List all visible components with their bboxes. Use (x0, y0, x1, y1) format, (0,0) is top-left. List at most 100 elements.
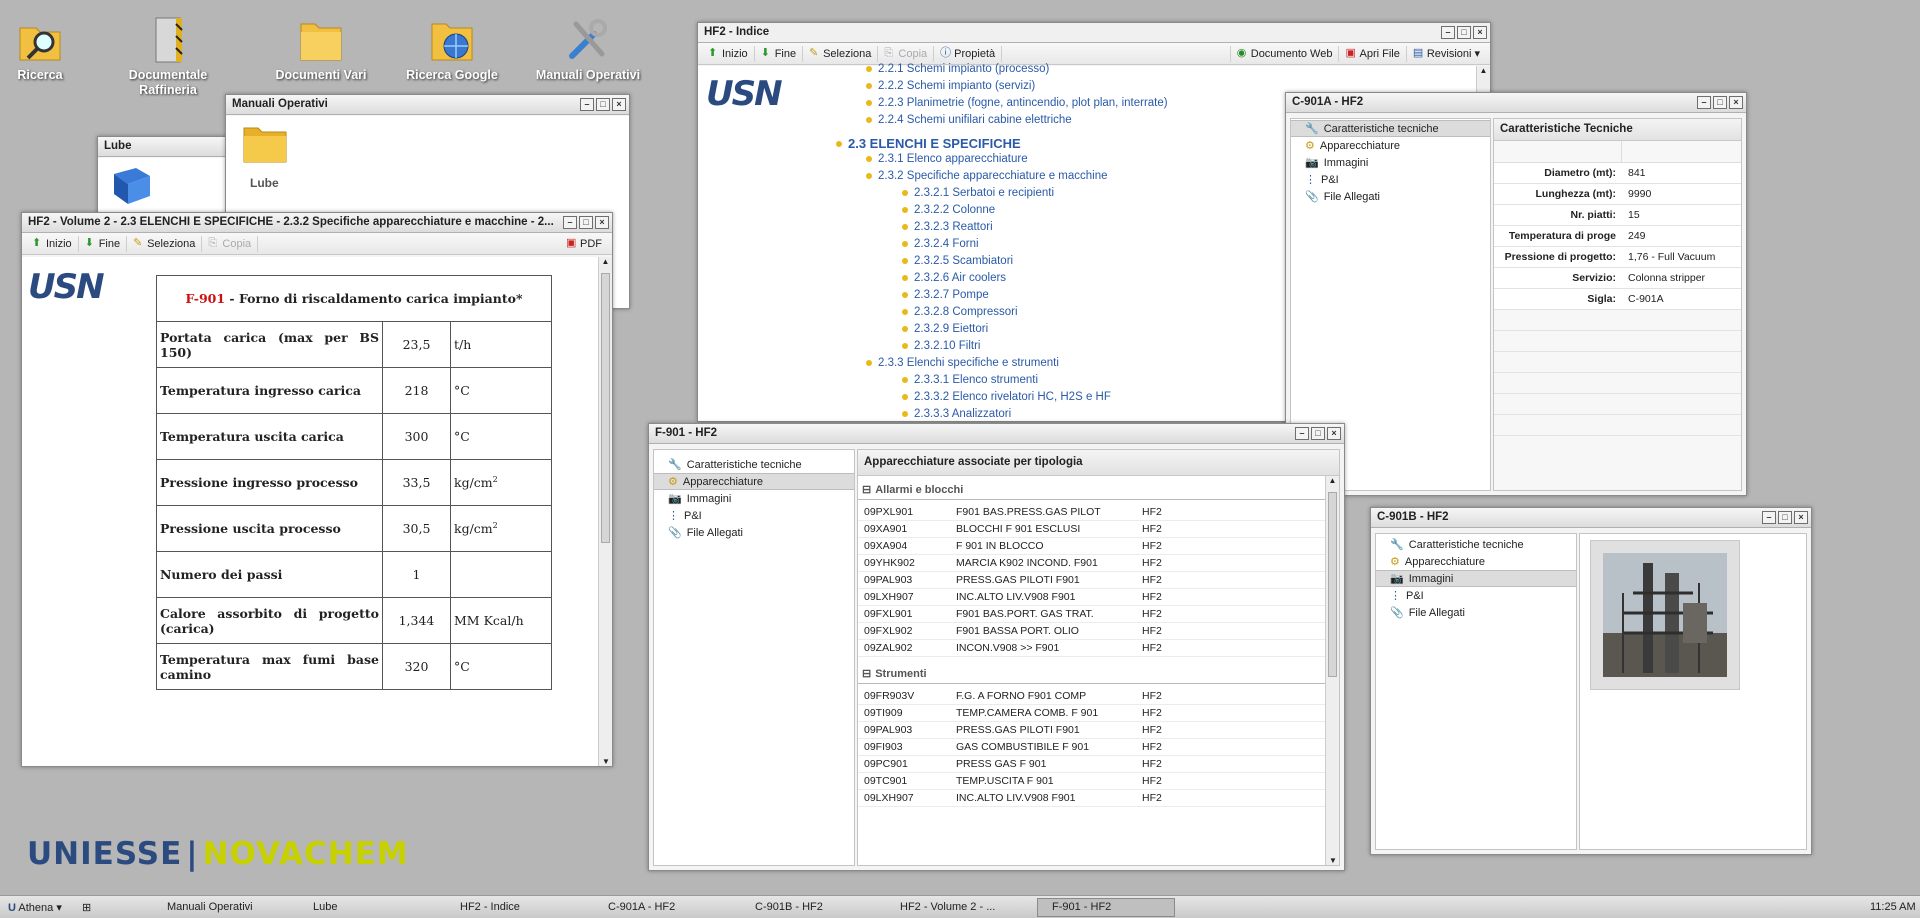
table-row[interactable]: 09PAL903 PRESS.GAS PILOTI F901 HF2 (858, 722, 1325, 739)
copia-button[interactable]: ⎘ Copia (202, 235, 259, 252)
taskbar-item[interactable]: Manuali Operativi (167, 901, 253, 913)
group-header[interactable]: ⊟ Strumenti (858, 664, 1325, 684)
table-row[interactable]: 09LXH907 INC.ALTO LIV.V908 F901 HF2 (858, 589, 1325, 606)
menu-file-allegati[interactable]: 📎 File Allegati (654, 524, 854, 541)
maximize-button[interactable]: □ (579, 216, 593, 229)
menu-apparecchiature[interactable]: ⚙ Apparecchiature (1291, 137, 1490, 154)
index-link[interactable]: 2.3.3 Elenchi specifiche e strumenti (866, 357, 1059, 369)
menu-caratteristiche[interactable]: 🔧 Caratteristiche tecniche (1291, 120, 1490, 137)
index-link[interactable]: 2.3 ELENCHI E SPECIFICHE (836, 136, 1021, 151)
index-link[interactable]: 2.3.2.8 Compressori (902, 306, 1018, 318)
scroll-up-icon[interactable]: ▲ (1326, 476, 1339, 485)
desktop-icon-ricerca[interactable]: Ricerca (0, 14, 95, 83)
menu-apparecchiature[interactable]: ⚙ Apparecchiature (1376, 553, 1576, 570)
taskbar-item[interactable]: C-901B - HF2 (755, 901, 823, 913)
desktop-icon-documenti-vari[interactable]: Documenti Vari (266, 14, 376, 83)
collapse-icon[interactable]: ⊟ (862, 483, 871, 496)
seleziona-button[interactable]: ✎ Seleziona (127, 235, 203, 252)
fine-button[interactable]: ⬇ Fine (755, 45, 804, 62)
index-link[interactable]: 2.2.2 Schemi impianto (servizi) (866, 80, 1035, 92)
window-c901a[interactable]: C-901A - HF2 – □ × 🔧 Caratteristiche tecnic… (1285, 92, 1747, 496)
minimize-button[interactable]: – (1762, 511, 1776, 524)
scroll-down-icon[interactable]: ▼ (1326, 856, 1339, 865)
index-link[interactable]: 2.2.3 Planimetrie (fogne, antincendio, p… (866, 97, 1168, 109)
close-button[interactable]: × (595, 216, 609, 229)
index-link[interactable]: 2.3.2.7 Pompe (902, 289, 989, 301)
taskbar-item[interactable]: Lube (313, 901, 337, 913)
plant-photo-thumbnail[interactable] (1590, 540, 1740, 690)
table-row[interactable]: 09FI903 GAS COMBUSTIBILE F 901 HF2 (858, 739, 1325, 756)
index-link[interactable]: 2.2.1 Schemi impianto (processo) (866, 63, 1049, 75)
maximize-button[interactable]: □ (596, 98, 610, 111)
menu-file-allegati[interactable]: 📎 File Allegati (1376, 604, 1576, 621)
scroll-thumb[interactable] (1328, 492, 1337, 677)
minimize-button[interactable]: – (580, 98, 594, 111)
window-volume2[interactable]: HF2 - Volume 2 - 2.3 ELENCHI E SPECIFICH… (21, 212, 613, 767)
index-link[interactable]: 2.3.3.3 Analizzatori (902, 408, 1011, 420)
table-row[interactable]: 09PAL903 PRESS.GAS PILOTI F901 HF2 (858, 572, 1325, 589)
scroll-up-icon[interactable]: ▲ (1477, 66, 1490, 75)
index-link[interactable]: 2.3.2.2 Colonne (902, 204, 995, 216)
index-link[interactable]: 2.3.3.2 Elenco rivelatori HC, H2S e HF (902, 391, 1111, 403)
menu-immagini[interactable]: 📷 Immagini (654, 490, 854, 507)
index-link[interactable]: 2.3.2.3 Reattori (902, 221, 993, 233)
fine-button[interactable]: ⬇ Fine (79, 235, 128, 252)
binoculars-icon[interactable]: ⊞ (82, 901, 91, 914)
documento-web-button[interactable]: ◉ Documento Web (1229, 45, 1340, 62)
index-link[interactable]: 2.3.2.1 Serbatoi e recipienti (902, 187, 1054, 199)
close-button[interactable]: × (1327, 427, 1341, 440)
maximize-button[interactable]: □ (1311, 427, 1325, 440)
desktop-icon-ricerca-google[interactable]: Ricerca Google (397, 14, 507, 83)
seleziona-button[interactable]: ✎ Seleziona (803, 45, 879, 62)
window-lube[interactable]: Lube (97, 136, 227, 216)
minimize-button[interactable]: – (1697, 96, 1711, 109)
menu-immagini[interactable]: 📷 Immagini (1291, 154, 1490, 171)
menu-caratteristiche[interactable]: 🔧 Caratteristiche tecniche (654, 456, 854, 473)
index-link[interactable]: 2.3.2.4 Forni (902, 238, 979, 250)
scrollbar[interactable]: ▲ ▼ (598, 257, 612, 766)
index-link[interactable]: 2.3.3.1 Elenco strumenti (902, 374, 1038, 386)
pdf-button[interactable]: ▣ PDF (560, 236, 608, 252)
menu-file-allegati[interactable]: 📎 File Allegati (1291, 188, 1490, 205)
copia-button[interactable]: ⎘ Copia (878, 45, 935, 62)
apri-file-button[interactable]: ▣ Apri File (1339, 45, 1407, 62)
index-link[interactable]: 2.3.2.10 Filtri (902, 340, 980, 352)
inizio-button[interactable]: ⬆ Inizio (26, 235, 79, 252)
close-button[interactable]: × (1729, 96, 1743, 109)
menu-pi[interactable]: ⋮ P&I (654, 507, 854, 524)
group-header[interactable]: ⊟ Allarmi e blocchi (858, 480, 1325, 500)
taskbar-item[interactable]: F-901 - HF2 (1037, 898, 1175, 917)
table-row[interactable]: 09TI909 TEMP.CAMERA COMB. F 901 HF2 (858, 705, 1325, 722)
table-row[interactable]: 09PC901 PRESS GAS F 901 HF2 (858, 756, 1325, 773)
start-button[interactable]: U Athena ▾ (8, 901, 62, 914)
table-row[interactable]: 09PXL901 F901 BAS.PRESS.GAS PILOT HF2 (858, 504, 1325, 521)
menu-pi[interactable]: ⋮ P&I (1376, 587, 1576, 604)
folder-icon[interactable] (242, 122, 288, 164)
table-row[interactable]: 09XA901 BLOCCHI F 901 ESCLUSI HF2 (858, 521, 1325, 538)
menu-immagini[interactable]: 📷 Immagini (1376, 570, 1576, 587)
table-row[interactable]: 09YHK902 MARCIA K902 INCOND. F901 HF2 (858, 555, 1325, 572)
proprieta-button[interactable]: ⓘ Propietà (934, 45, 1003, 62)
inizio-button[interactable]: ⬆ Inizio (702, 45, 755, 62)
minimize-button[interactable]: – (1441, 26, 1455, 39)
scroll-up-icon[interactable]: ▲ (599, 257, 612, 266)
taskbar-item[interactable]: HF2 - Indice (460, 901, 520, 913)
table-row[interactable]: 09LXH907 INC.ALTO LIV.V908 F901 HF2 (858, 790, 1325, 807)
index-link[interactable]: 2.3.1 Elenco apparecchiature (866, 153, 1028, 165)
close-button[interactable]: × (612, 98, 626, 111)
window-f901[interactable]: F-901 - HF2 – □ × 🔧 Caratteristiche tecnich… (648, 423, 1345, 871)
window-c901b[interactable]: C-901B - HF2 – □ × 🔧 Caratteristiche tecnic… (1370, 507, 1812, 855)
maximize-button[interactable]: □ (1778, 511, 1792, 524)
index-link[interactable]: 2.3.2.5 Scambiatori (902, 255, 1013, 267)
scrollbar[interactable]: ▲ ▼ (1325, 476, 1339, 865)
minimize-button[interactable]: – (563, 216, 577, 229)
table-row[interactable]: 09TC901 TEMP.USCITA F 901 HF2 (858, 773, 1325, 790)
index-link[interactable]: 2.3.2 Specifiche apparecchiature e macch… (866, 170, 1108, 182)
menu-pi[interactable]: ⋮ P&I (1291, 171, 1490, 188)
scroll-thumb[interactable] (601, 273, 610, 543)
scroll-down-icon[interactable]: ▼ (599, 757, 612, 766)
maximize-button[interactable]: □ (1713, 96, 1727, 109)
table-row[interactable]: 09XA904 F 901 IN BLOCCO HF2 (858, 538, 1325, 555)
desktop-icon-manuali-operativi[interactable]: Manuali Operativi (533, 14, 643, 83)
taskbar-item[interactable]: C-901A - HF2 (608, 901, 675, 913)
